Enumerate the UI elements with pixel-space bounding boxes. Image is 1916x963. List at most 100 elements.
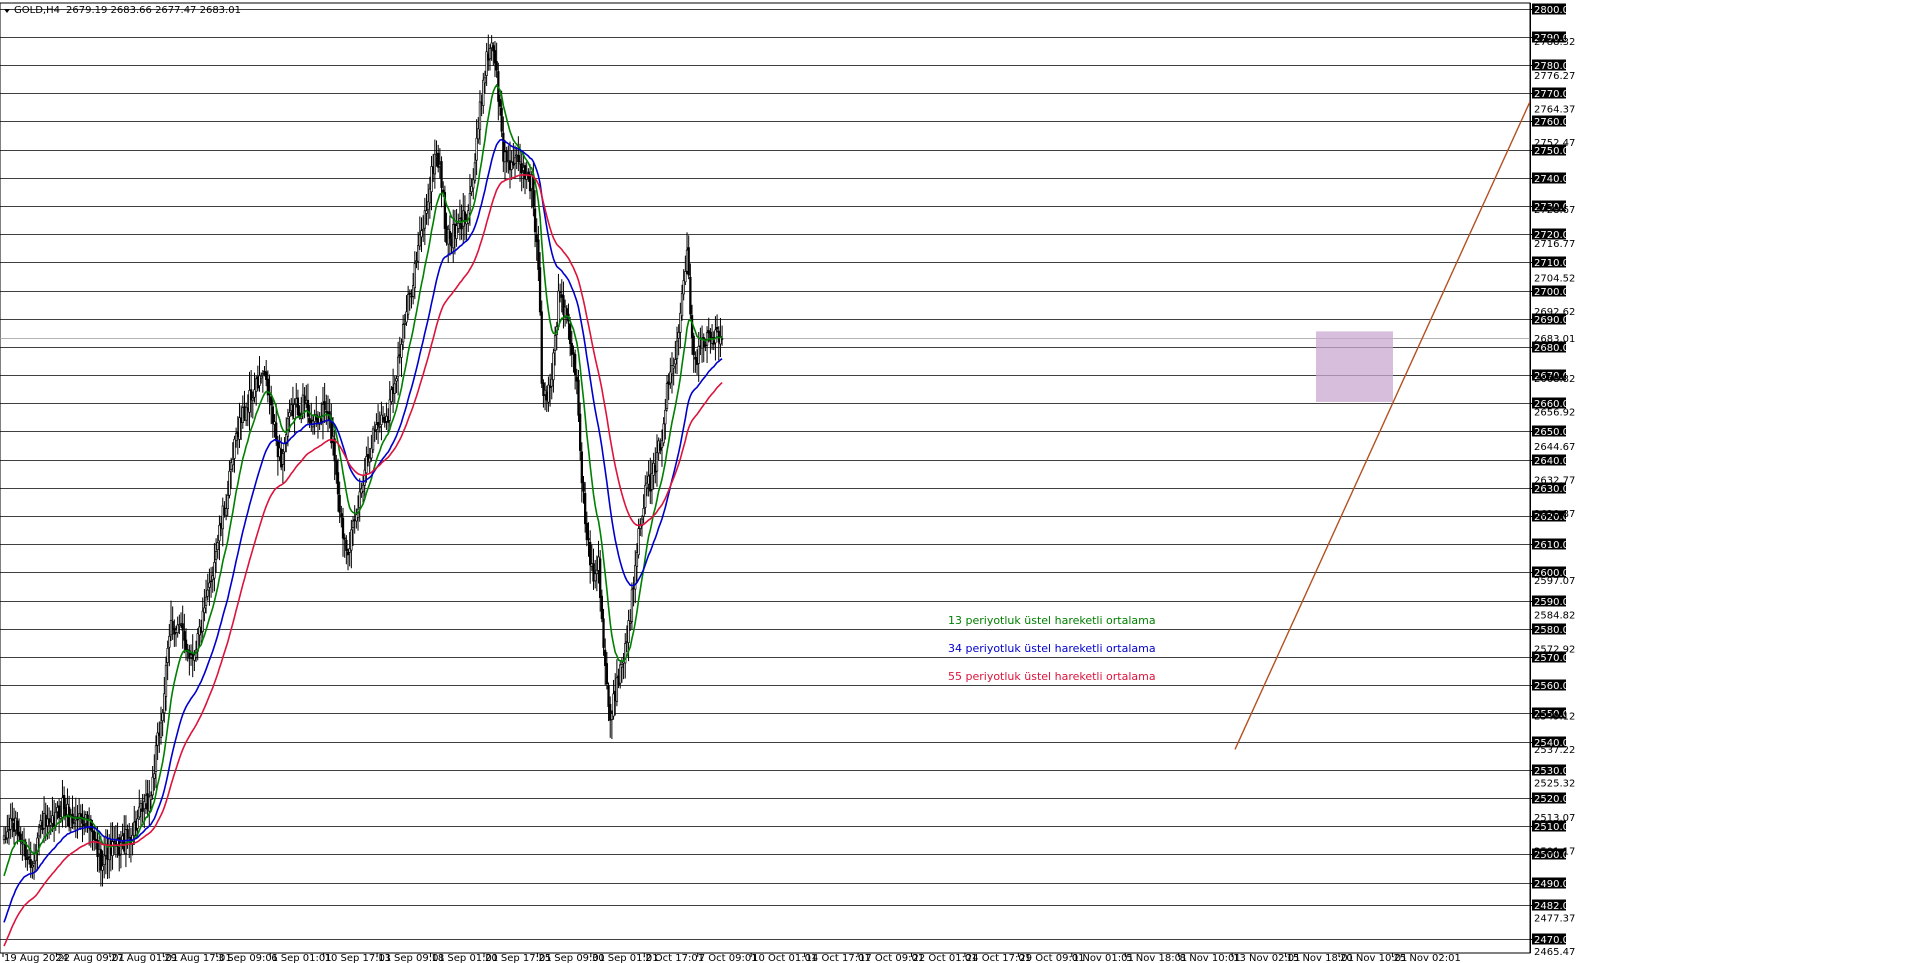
candle-body — [11, 818, 14, 821]
candle — [447, 224, 450, 263]
candle-body — [475, 137, 478, 161]
candle-body — [492, 45, 495, 52]
legend-ema34: 34 periyotluk üstel hareketli ortalama — [948, 642, 1156, 655]
candle-body — [463, 211, 467, 222]
y-tick-label: 2700.00 — [1534, 287, 1575, 298]
candle-body — [395, 378, 398, 382]
candle-body — [642, 507, 645, 517]
candle — [448, 215, 452, 256]
highlight-zone[interactable] — [1316, 331, 1393, 402]
candle-body — [500, 107, 503, 132]
y-minor-label: 2668.82 — [1534, 374, 1575, 385]
candle-body — [343, 537, 346, 540]
y-minor-label: 2572.92 — [1534, 644, 1575, 655]
candle-body — [478, 101, 482, 131]
candle-body — [26, 857, 29, 860]
candle-body — [433, 153, 437, 175]
candle-body — [37, 827, 41, 837]
candle — [640, 515, 644, 537]
candle-body — [336, 472, 340, 495]
y-minor-label: 2704.52 — [1534, 273, 1575, 284]
candle — [497, 62, 500, 121]
trendline[interactable] — [1234, 101, 1531, 750]
candle-body — [113, 840, 116, 843]
header-symbol: GOLD,H4 — [14, 5, 60, 16]
y-minor-label: 2692.62 — [1534, 307, 1575, 318]
candle-body — [184, 639, 188, 651]
candle — [396, 341, 400, 396]
candle — [2, 826, 6, 845]
trend-layer[interactable] — [1234, 101, 1531, 750]
candle-body — [293, 403, 296, 419]
x-tick-label: 7 Oct 09:01 — [699, 953, 758, 963]
candle-body — [251, 397, 254, 401]
candle-body — [281, 453, 285, 465]
candle-body — [209, 580, 213, 583]
candle-body — [689, 276, 692, 315]
candle-body — [483, 77, 487, 84]
candle — [330, 403, 333, 449]
candle — [261, 369, 264, 393]
candle-body — [136, 818, 139, 829]
candle-body — [111, 841, 114, 857]
y-minor-label: 2501.17 — [1534, 847, 1575, 858]
candle-body — [181, 623, 184, 631]
candle-body — [153, 773, 156, 779]
legend: 13 periyotluk üstel hareketli ortalama 3… — [948, 614, 1156, 683]
candle-body — [286, 418, 290, 437]
candle-body — [149, 795, 153, 801]
candle-body — [261, 373, 264, 376]
candle-body — [161, 712, 164, 722]
candle-body — [27, 856, 31, 859]
candle-body — [425, 210, 428, 214]
candle — [148, 779, 151, 827]
candle-body — [126, 829, 129, 838]
candle-body — [680, 293, 684, 317]
candle-body — [687, 247, 690, 276]
candle-body — [83, 823, 86, 826]
candle-body — [690, 315, 694, 339]
y-minor-label: 2537.22 — [1534, 745, 1575, 756]
y-minor-label: 2644.67 — [1534, 442, 1575, 453]
candle-body — [72, 822, 76, 825]
candle-body — [577, 379, 580, 416]
candle-body — [600, 595, 604, 619]
y-tick-label: 2740.00 — [1534, 174, 1575, 185]
candle — [670, 352, 674, 394]
candle-body — [403, 322, 406, 325]
candle — [592, 548, 595, 590]
candle — [9, 803, 12, 839]
candle-body — [373, 429, 376, 432]
zone-layer — [1316, 331, 1393, 402]
candle-body — [159, 722, 163, 738]
candle — [385, 402, 388, 430]
candle-body — [388, 399, 391, 421]
candle-body — [720, 338, 724, 340]
candle-body — [477, 128, 480, 140]
candle-body — [692, 335, 695, 356]
candle-body — [417, 245, 420, 262]
candle-body — [517, 155, 520, 163]
candle-body — [228, 470, 231, 496]
legend-ema13: 13 periyotluk üstel hareketli ortalama — [948, 614, 1156, 627]
candle — [520, 151, 523, 192]
candle-body — [345, 539, 348, 551]
candle — [169, 600, 173, 642]
candle-body — [325, 410, 328, 413]
candle-body — [323, 401, 326, 411]
candle — [209, 567, 213, 598]
candle — [488, 44, 492, 71]
candle-body — [677, 332, 680, 339]
x-tick-label: 1 Nov 01:01 — [1073, 953, 1134, 963]
dropdown-triangle-icon[interactable] — [4, 9, 10, 13]
candle-body — [715, 326, 719, 330]
candle-body — [637, 528, 640, 556]
candle-body — [338, 494, 341, 513]
candle-body — [358, 491, 361, 508]
candle-body — [540, 311, 543, 384]
candle-body — [619, 664, 622, 684]
price-chart[interactable]: 2800.002790.002780.002770.002760.002750.… — [0, 0, 1916, 963]
candle — [201, 597, 204, 641]
candle-body — [400, 344, 403, 358]
candle-body — [498, 99, 502, 107]
